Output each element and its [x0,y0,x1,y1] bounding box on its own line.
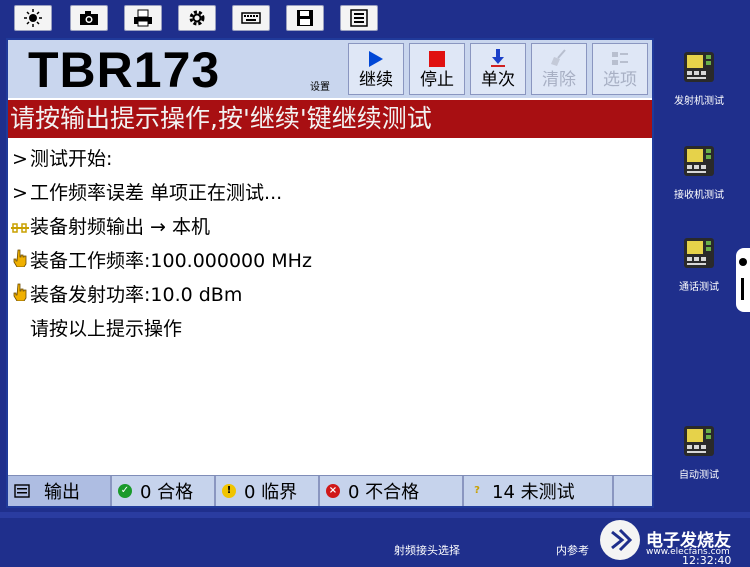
tester-device-icon [684,238,714,268]
gear-icon [189,10,205,26]
pass-icon: ✓ [118,484,132,498]
options-icon [612,52,628,65]
prompt-marker: > [12,182,28,204]
single-label: 单次 [481,70,515,90]
prompt-marker: > [12,148,28,170]
status-bar: 输出 ✓ 0 合格 ! 0 临界 × 0 不合格 ? 14 未测试 [8,475,652,506]
log-text: 请按以上提示操作 [30,318,183,340]
log-text: 测试开始: [30,148,113,170]
sidebar-item-receiver-test[interactable]: 接收机测试 [660,144,738,201]
sidebar-item-label: 发射机测试 [674,96,724,107]
output-label: 输出 [44,482,80,503]
tester-device-icon [684,52,714,82]
untested-label: 14 未测试 [492,482,575,503]
warning-icon: ! [222,484,236,498]
sidebar-item-label: 自动测试 [679,470,719,481]
single-button[interactable]: 单次 [470,43,526,95]
sidebar-item-call-test[interactable]: 通话测试 [660,236,738,293]
settings-link[interactable]: 设置 [310,78,330,93]
pass-count: ✓ 0 合格 [112,476,216,506]
log-text: 装备工作频率:100.000000 MHz [30,250,312,272]
connector-icon [10,210,30,244]
model-title: TBR173 [28,42,221,98]
broom-icon [551,49,566,66]
output-icon [14,484,30,498]
stop-icon [429,51,445,67]
log-text: 装备发射功率:10.0 dBm [30,284,243,306]
main-panel: TBR173 设置 继续 停止 单次 清除 选项 请按输出提示操作,按'继续'键… [6,38,654,508]
single-step-icon [491,49,505,67]
options-button[interactable]: 选项 [592,43,648,95]
header-bar: TBR173 设置 继续 停止 单次 清除 选项 [8,40,652,98]
document-icon [350,9,368,27]
output-tab[interactable]: 输出 [8,476,112,506]
stop-label: 停止 [420,70,454,90]
sidebar-item-auto-test[interactable]: 自动测试 [660,424,738,481]
log-line: 装备发射功率:10.0 dBm [8,278,652,312]
tester-device-icon [684,146,714,176]
marginal-count: ! 0 临界 [216,476,320,506]
stop-button[interactable]: 停止 [409,43,465,95]
fail-label: 0 不合格 [348,482,420,503]
printer-icon [134,9,152,27]
fail-count: × 0 不合格 [320,476,464,506]
log-line: 装备工作频率:100.000000 MHz [8,244,652,278]
save-icon [297,10,313,26]
bottom-strip [0,512,750,518]
instruction-banner: 请按输出提示操作,按'继续'键继续测试 [8,100,652,138]
save-button[interactable] [286,5,324,31]
question-icon: ? [474,485,480,496]
watermark-logo-icon [600,520,640,560]
side-scroll-handle[interactable] [736,248,750,312]
keyboard-button[interactable] [232,5,270,31]
hand-pointer-icon [10,244,30,278]
fail-icon: × [326,484,340,498]
sidebar-item-label: 通话测试 [679,282,719,293]
scroll-bar [741,278,744,300]
clock: 12:32:40 [682,554,732,567]
continue-button[interactable]: 继续 [348,43,404,95]
play-icon [369,51,383,67]
bottom-bar: 射频接头选择 内参考 电子发烧友 www.elecfans.com 12:32:… [0,512,750,567]
marginal-label: 0 临界 [244,482,298,503]
brightness-icon [24,9,42,27]
clear-button[interactable]: 清除 [531,43,587,95]
camera-icon [80,11,98,25]
pass-label: 0 合格 [140,482,194,503]
sidebar-item-label: 接收机测试 [674,190,724,201]
hand-pointer-icon [10,278,30,312]
log-line: 请按以上提示操作 [8,312,652,346]
document-button[interactable] [340,5,378,31]
options-label: 选项 [603,70,637,90]
keyboard-icon [241,12,261,24]
brightness-button[interactable] [14,5,52,31]
log-line: 装备射频输出 → 本机 [8,210,652,244]
log-line: > 工作频率误差 单项正在测试... [8,176,652,210]
reference-indicator[interactable]: 内参考 [556,542,589,558]
log-line: > 测试开始: [8,142,652,176]
log-text: 工作频率误差 单项正在测试... [30,182,283,204]
settings-button[interactable] [178,5,216,31]
camera-button[interactable] [70,5,108,31]
test-log: > 测试开始: > 工作频率误差 单项正在测试... 装备射频输出 → 本机 装… [8,142,652,346]
print-button[interactable] [124,5,162,31]
continue-label: 继续 [359,70,393,90]
scroll-dot [739,258,747,266]
untested-count: ? 14 未测试 [464,476,614,506]
log-text: 装备射频输出 → 本机 [30,216,210,238]
tester-device-icon [684,426,714,456]
clear-label: 清除 [542,70,576,90]
sidebar-item-transmitter-test[interactable]: 发射机测试 [660,50,738,107]
top-toolbar [0,0,750,36]
rf-connector-select[interactable]: 射频接头选择 [394,542,460,558]
